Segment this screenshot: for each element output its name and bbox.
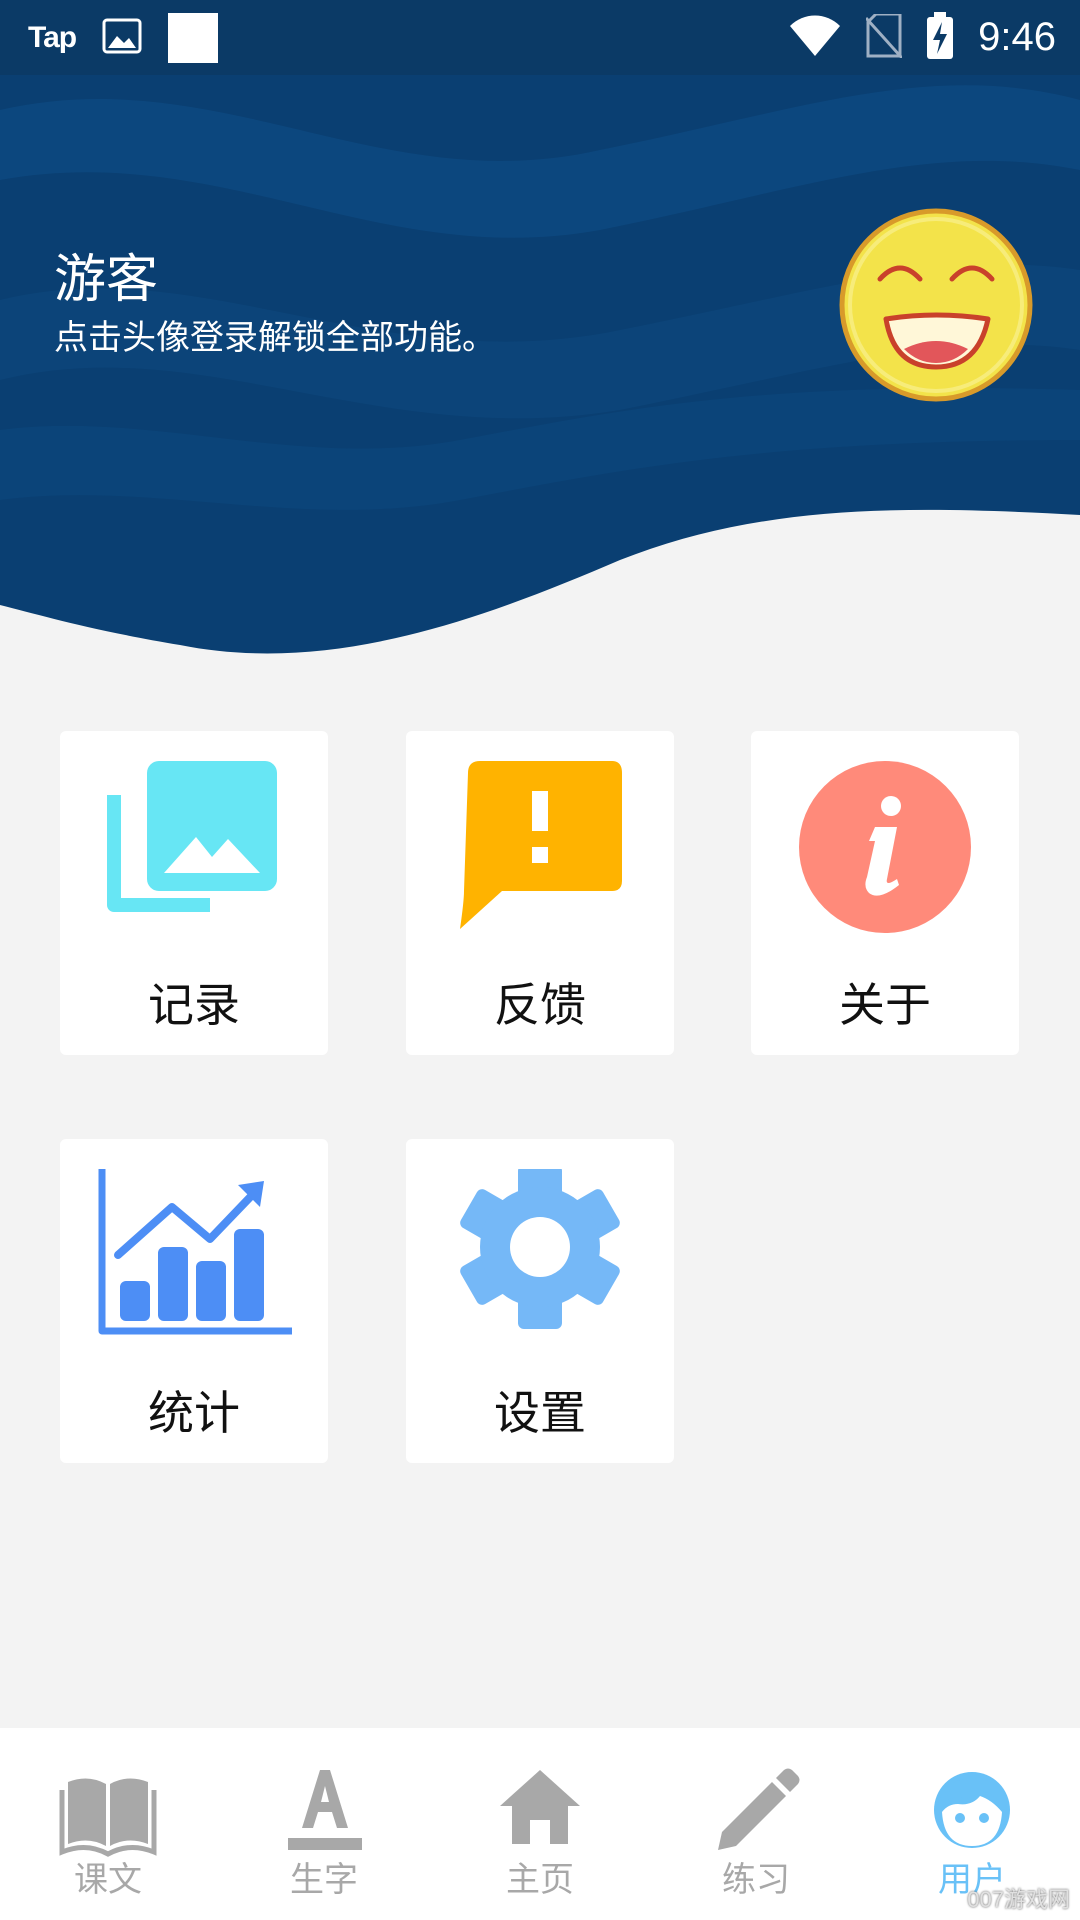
smiley-face-icon [839,208,1033,402]
letter-a-icon [274,1760,374,1860]
notification-placeholder-icon [168,12,219,63]
profile-login-hint: 点击头像登录解锁全部功能。 [54,318,496,358]
status-carrier-label: Tap [28,20,77,54]
status-bar: Tap 9:46 [0,0,1080,75]
nav-item-characters[interactable]: 生字 [216,1728,432,1920]
nav-label-home: 主页 [506,1860,574,1900]
profile-name: 游客 [54,250,159,310]
status-right-group: 9:46 [788,0,1056,75]
records-card-label: 记录 [148,978,240,1032]
wifi-icon [788,14,842,62]
nav-item-home[interactable]: 主页 [432,1728,648,1920]
no-sim-icon [865,12,904,62]
book-icon [58,1760,158,1860]
bottom-navigation: 课文 生字 主页 练习 用户 [0,1728,1080,1920]
pencil-icon [706,1760,806,1860]
battery-charging-icon [926,11,954,64]
nav-item-practice[interactable]: 练习 [648,1728,864,1920]
stats-card[interactable]: 统计 [60,1139,328,1463]
avatar[interactable] [838,207,1034,403]
status-time: 9:46 [978,15,1056,59]
settings-card[interactable]: 设置 [406,1139,674,1463]
watermark-text: 007游戏网 [967,1887,1070,1912]
about-card[interactable]: 关于 [751,731,1019,1055]
user-face-icon [922,1760,1022,1860]
image-notification-icon [102,18,142,58]
feedback-icon [406,761,674,941]
nav-label-practice: 练习 [722,1860,790,1900]
feedback-card-label: 反馈 [494,978,586,1032]
nav-item-lessons[interactable]: 课文 [0,1728,216,1920]
stats-chart-icon [60,1169,328,1349]
photo-library-icon [60,761,328,941]
info-icon [751,761,1019,941]
feedback-card[interactable]: 反馈 [406,731,674,1055]
home-icon [490,1760,590,1860]
about-card-label: 关于 [839,978,931,1032]
nav-label-characters: 生字 [290,1860,358,1900]
records-card[interactable]: 记录 [60,731,328,1055]
nav-label-lessons: 课文 [74,1860,142,1900]
settings-card-label: 设置 [494,1386,586,1440]
stats-card-label: 统计 [148,1386,240,1440]
status-left-group: Tap [28,0,219,75]
profile-info: 游客 点击头像登录解锁全部功能。 [54,248,496,362]
gear-icon [406,1165,674,1349]
